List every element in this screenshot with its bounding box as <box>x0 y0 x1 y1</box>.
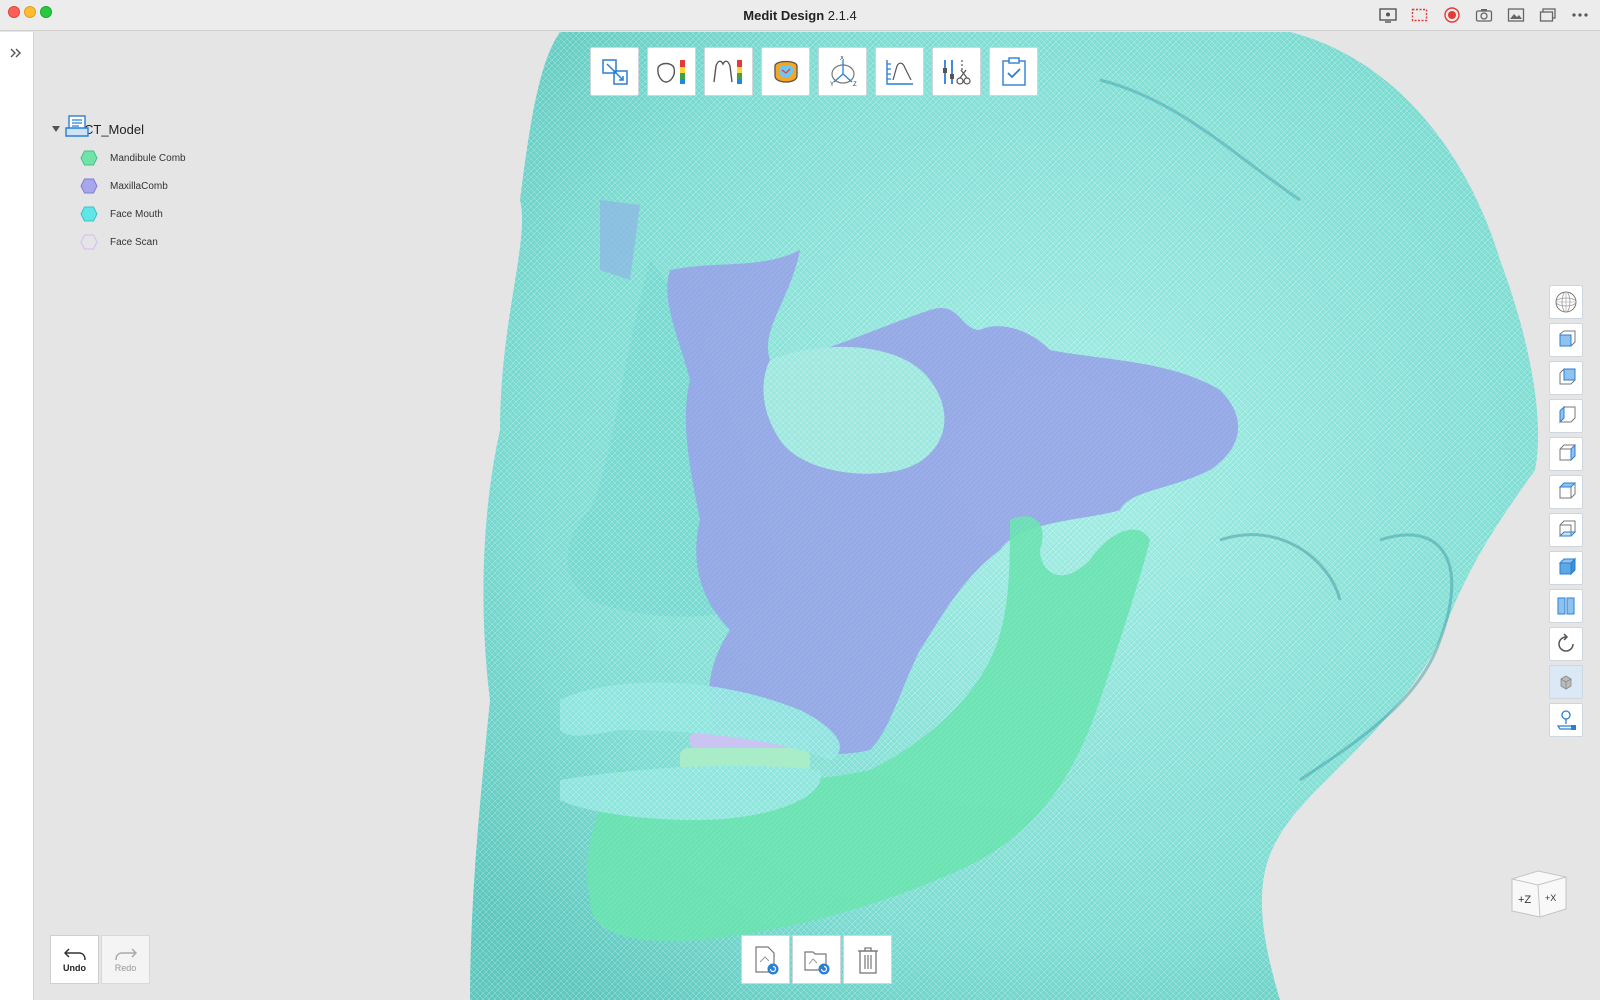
axis-rotate-tool-button[interactable]: X Y Z <box>818 47 867 96</box>
tree-item-face-mouth[interactable]: Face Mouth <box>80 200 186 228</box>
trim-tools-button[interactable] <box>932 47 981 96</box>
tree-item-mandibule-comb[interactable]: Mandibule Comb <box>80 144 186 172</box>
cross-section-tool-button[interactable] <box>704 47 753 96</box>
view-front-button[interactable] <box>1549 323 1583 357</box>
cube-face-x-label: +X <box>1545 893 1556 903</box>
complete-icon <box>1001 56 1026 86</box>
view-top-icon <box>1558 482 1577 499</box>
undo-icon <box>63 947 86 960</box>
open-folder-button[interactable] <box>792 935 841 984</box>
measure-tool-button[interactable] <box>875 47 924 96</box>
split-view-icon <box>1557 597 1575 615</box>
open-folder-icon <box>803 950 829 974</box>
measure-icon <box>885 59 913 85</box>
view-front-icon <box>1559 330 1576 347</box>
trim-tools-icon <box>942 59 971 85</box>
occlusion-tool-button[interactable] <box>761 47 810 96</box>
split-view-button[interactable] <box>1549 589 1583 623</box>
left-sidebar <box>0 32 34 1000</box>
view-iso-button[interactable] <box>1549 551 1583 585</box>
tree-item-face-scan[interactable]: Face Scan <box>80 228 186 256</box>
view-bottom-icon <box>1558 520 1577 537</box>
import-file-button[interactable] <box>741 935 790 984</box>
tree-item-label: MaxillaComb <box>110 180 168 192</box>
tree-item-label: Face Scan <box>110 236 158 248</box>
tree-root-label: CT_Model <box>84 121 144 137</box>
more-icon[interactable] <box>1570 5 1590 25</box>
window-title: Medit Design 2.1.4 <box>743 8 857 23</box>
delete-button[interactable] <box>843 935 892 984</box>
view-right-button[interactable] <box>1549 437 1583 471</box>
title-bar: Medit Design 2.1.4 <box>0 0 1600 31</box>
svg-text:Z: Z <box>853 82 857 88</box>
windows-icon[interactable] <box>1538 5 1558 25</box>
app-window: Medit Design 2.1.4 CT_Model Mandibule Co… <box>0 0 1600 1000</box>
view-bottom-button[interactable] <box>1549 513 1583 547</box>
axis-rotate-icon: X Y Z <box>830 56 857 88</box>
view-back-button[interactable] <box>1549 361 1583 395</box>
undo-button[interactable]: Undo <box>50 935 99 984</box>
top-toolbar: X Y Z <box>590 47 1038 96</box>
orientation-cube[interactable]: +Z +X <box>1510 867 1570 927</box>
rotate-icon <box>1558 633 1574 652</box>
texture-toggle-icon <box>1560 675 1572 690</box>
3d-viewport[interactable]: CT_Model Mandibule Comb MaxillaComb Face… <box>35 32 1600 1000</box>
view-top-button[interactable] <box>1549 475 1583 509</box>
model-tree: CT_Model Mandibule Comb MaxillaComb Face… <box>52 114 186 256</box>
camera-icon[interactable] <box>1474 5 1494 25</box>
mesh-display-button[interactable] <box>1549 285 1583 319</box>
tree-item-label: Face Mouth <box>110 208 163 220</box>
camera-pin-button[interactable] <box>1549 703 1583 737</box>
undo-label: Undo <box>63 962 86 973</box>
tree-item-label: Mandibule Comb <box>110 152 186 164</box>
redo-button[interactable]: Redo <box>101 935 150 984</box>
view-left-icon <box>1559 405 1576 424</box>
deviation-map-tool-button[interactable] <box>647 47 696 96</box>
svg-text:X: X <box>840 56 844 62</box>
cube-face-z-label: +Z <box>1518 894 1531 906</box>
hexagon-color-icon <box>80 206 98 222</box>
delete-icon <box>857 946 878 974</box>
align-tool-button[interactable] <box>590 47 639 96</box>
texture-toggle-button[interactable] <box>1549 665 1583 699</box>
screen-capture-icon[interactable] <box>1410 5 1430 25</box>
model-folder-icon <box>64 114 90 145</box>
import-file-icon <box>754 945 778 974</box>
redo-label: Redo <box>114 962 137 973</box>
rotate-view-button[interactable] <box>1549 627 1583 661</box>
complete-tool-button[interactable] <box>989 47 1038 96</box>
svg-text:Y: Y <box>830 82 834 88</box>
cross-section-icon <box>712 59 742 84</box>
screen-mirror-icon[interactable] <box>1378 5 1398 25</box>
occlusion-icon <box>773 60 798 83</box>
view-back-icon <box>1559 368 1576 385</box>
align-icon <box>601 58 628 85</box>
tree-item-maxillacomb[interactable]: MaxillaComb <box>80 172 186 200</box>
collapse-caret-icon[interactable] <box>52 126 60 132</box>
hexagon-color-icon <box>80 234 98 250</box>
view-right-icon <box>1559 443 1576 462</box>
hexagon-color-icon <box>80 178 98 194</box>
view-left-button[interactable] <box>1549 399 1583 433</box>
mesh-sphere-icon <box>1555 291 1577 313</box>
record-icon[interactable] <box>1442 5 1462 25</box>
scan-render <box>470 32 1539 1000</box>
view-iso-icon <box>1558 557 1577 576</box>
image-icon[interactable] <box>1506 5 1526 25</box>
tree-root-ct-model[interactable]: CT_Model <box>52 114 186 144</box>
deviation-map-icon <box>656 59 685 84</box>
camera-pin-icon <box>1556 710 1576 730</box>
hexagon-color-icon <box>80 150 98 166</box>
redo-icon <box>114 947 137 960</box>
expand-panel-icon[interactable] <box>9 46 23 65</box>
